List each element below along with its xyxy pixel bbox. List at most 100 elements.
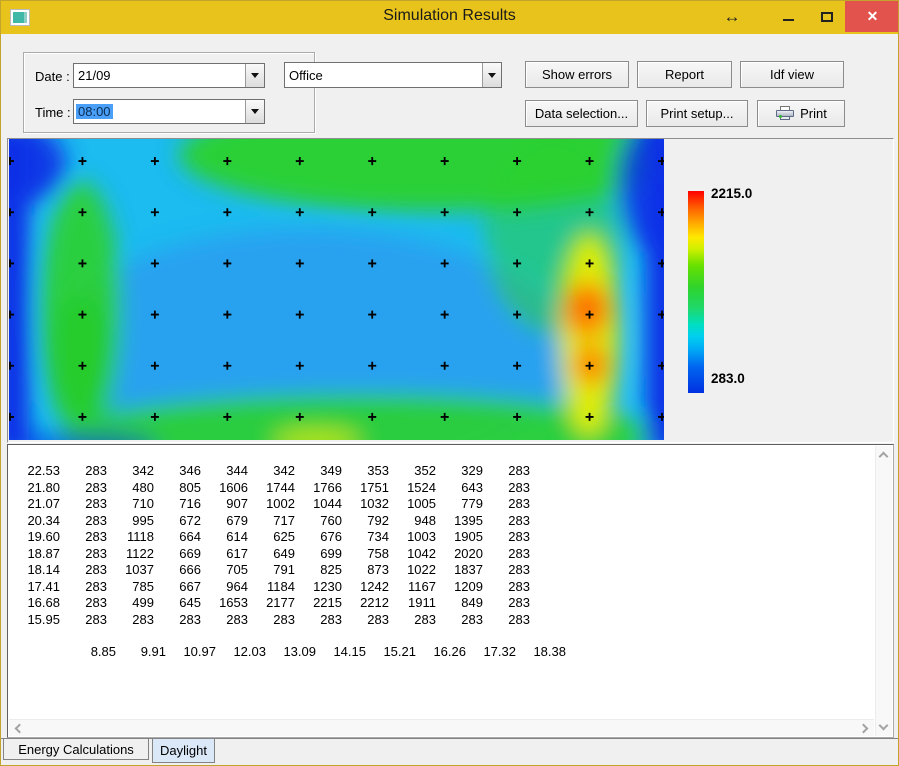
footer-cell: 12.03 [216, 644, 266, 659]
scroll-down-button[interactable] [875, 719, 892, 736]
footer-cell: 9.91 [116, 644, 166, 659]
date-combobox[interactable]: 21/09 [73, 63, 265, 88]
table-row: 22.53283342346344342349353352329283 [18, 463, 530, 480]
vertical-scrollbar[interactable] [875, 446, 892, 736]
table-cell: 643 [436, 480, 483, 497]
table-cell: 283 [60, 480, 107, 497]
table-cell: 283 [483, 463, 530, 480]
maximize-button[interactable] [809, 1, 845, 32]
table-cell: 825 [295, 562, 342, 579]
data-selection-button[interactable]: Data selection... [525, 100, 638, 127]
table-cell: 283 [295, 612, 342, 629]
footer-cell: 16.26 [416, 644, 466, 659]
table-cell: 283 [342, 612, 389, 629]
room-value: Office [285, 68, 482, 83]
table-cell: 2177 [248, 595, 295, 612]
table-cell: 1022 [389, 562, 436, 579]
table-cell: 283 [60, 579, 107, 596]
table-cell: 1524 [389, 480, 436, 497]
date-dropdown-button[interactable] [245, 64, 264, 87]
table-cell: 2020 [436, 546, 483, 563]
table-row: 18.87283112266961764969975810422020283 [18, 546, 530, 563]
print-setup-label: Print setup... [661, 106, 734, 121]
print-setup-button[interactable]: Print setup... [646, 100, 748, 127]
table-cell: 699 [295, 546, 342, 563]
horizontal-scrollbar[interactable] [9, 719, 874, 736]
show-errors-button[interactable]: Show errors [525, 61, 629, 88]
table-cell: 1242 [342, 579, 389, 596]
data-selection-label: Data selection... [535, 106, 628, 121]
idf-view-button[interactable]: Idf view [740, 61, 844, 88]
print-button[interactable]: Print [757, 100, 845, 127]
table-row: 19.60283111866461462567673410031905283 [18, 529, 530, 546]
footer-cell: 13.09 [266, 644, 316, 659]
table-cell: 283 [483, 612, 530, 629]
scroll-up-button[interactable] [875, 446, 892, 463]
table-row: 21.8028348080516061744176617511524643283 [18, 480, 530, 497]
tab-energy-calculations[interactable]: Energy Calculations [3, 739, 149, 760]
table-footer-row: 8.859.9110.9712.0313.0914.1515.2116.2617… [66, 644, 566, 659]
table-cell: 499 [107, 595, 154, 612]
scroll-right-button[interactable] [857, 720, 874, 737]
table-cell: 614 [201, 529, 248, 546]
table-cell: 283 [483, 496, 530, 513]
table-cell: 779 [436, 496, 483, 513]
footer-cell: 8.85 [66, 644, 116, 659]
tab-daylight[interactable]: Daylight [152, 739, 215, 763]
table-row: 16.6828349964516532177221522121911849283 [18, 595, 530, 612]
table-cell: 283 [60, 463, 107, 480]
table-cell: 666 [154, 562, 201, 579]
scroll-left-button[interactable] [9, 720, 26, 737]
tabstrip: Energy Calculations Daylight [1, 738, 898, 766]
table-cell: 283 [483, 480, 530, 497]
table-cell: 1905 [436, 529, 483, 546]
table-cell: 716 [154, 496, 201, 513]
room-dropdown-button[interactable] [482, 63, 501, 87]
table-row: 18.14283103766670579182587310221837283 [18, 562, 530, 579]
row-label: 22.53 [18, 463, 60, 480]
colorbar-min-label: 283.0 [711, 371, 745, 386]
minimize-button[interactable] [769, 1, 807, 32]
table-cell: 2215 [295, 595, 342, 612]
table-cell: 705 [201, 562, 248, 579]
report-button[interactable]: Report [637, 61, 732, 88]
chevron-down-icon [879, 721, 889, 731]
table-cell: 283 [60, 513, 107, 530]
table-cell: 346 [154, 463, 201, 480]
table-cell: 625 [248, 529, 295, 546]
table-cell: 283 [60, 595, 107, 612]
table-cell: 785 [107, 579, 154, 596]
idf-view-label: Idf view [770, 67, 814, 82]
table-cell: 1042 [389, 546, 436, 563]
table-cell: 342 [107, 463, 154, 480]
footer-cell: 18.38 [516, 644, 566, 659]
titlebar: Simulation Results ↔ ✕ [1, 1, 898, 34]
table-cell: 283 [201, 612, 248, 629]
row-label: 15.95 [18, 612, 60, 629]
show-errors-label: Show errors [542, 67, 612, 82]
table-cell: 669 [154, 546, 201, 563]
room-combobox[interactable]: Office [284, 62, 502, 88]
table-row: 17.4128378566796411841230124211671209283 [18, 579, 530, 596]
table-cell: 1167 [389, 579, 436, 596]
time-dropdown-button[interactable] [245, 100, 264, 123]
chevron-down-icon [488, 73, 496, 78]
table-cell: 995 [107, 513, 154, 530]
table-cell: 1003 [389, 529, 436, 546]
close-button[interactable]: ✕ [845, 1, 899, 32]
table-cell: 617 [201, 546, 248, 563]
table-cell: 329 [436, 463, 483, 480]
time-label: Time : [35, 105, 71, 120]
row-label: 19.60 [18, 529, 60, 546]
table-cell: 791 [248, 562, 295, 579]
row-label: 21.07 [18, 496, 60, 513]
maximize-icon [821, 12, 833, 22]
table-cell: 283 [389, 612, 436, 629]
table-cell: 792 [342, 513, 389, 530]
resize-button[interactable]: ↔ [711, 1, 753, 32]
footer-cell: 14.15 [316, 644, 366, 659]
time-combobox[interactable]: 08:00 [73, 99, 265, 124]
table-row: 20.342839956726797177607929481395283 [18, 513, 530, 530]
table-cell: 283 [60, 562, 107, 579]
table-cell: 1209 [436, 579, 483, 596]
